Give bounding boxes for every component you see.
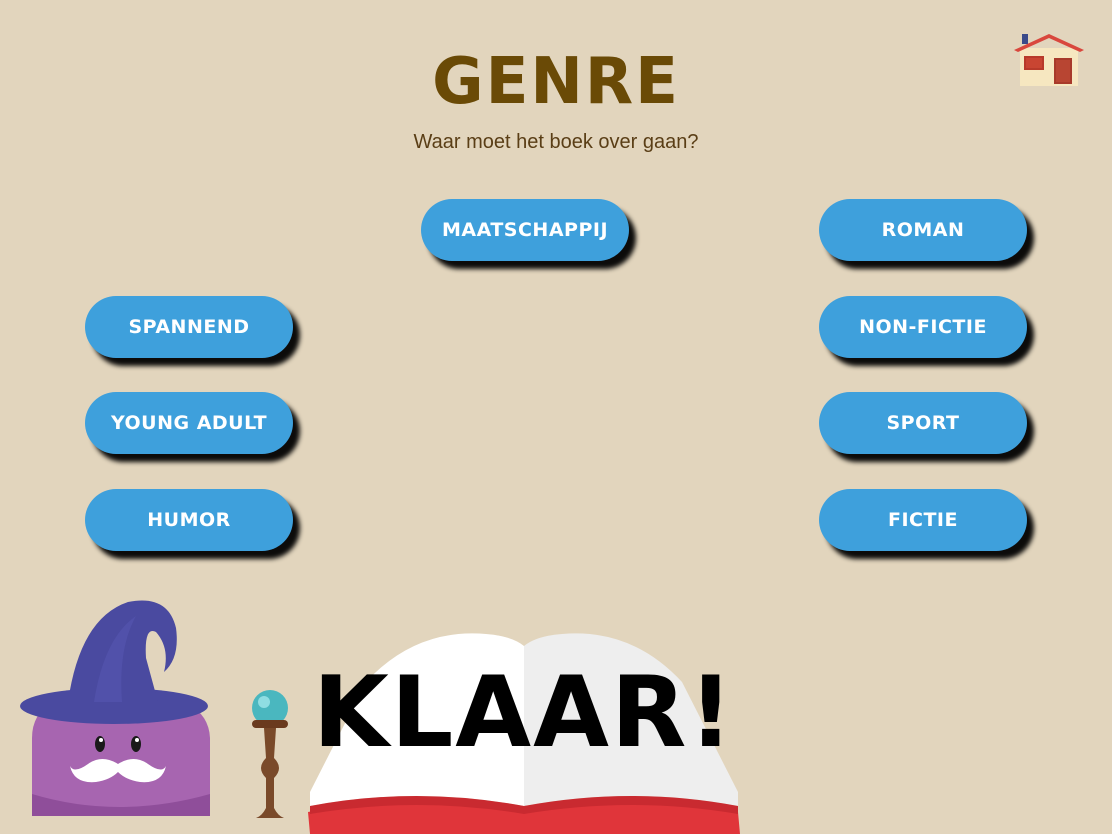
genre-button-fictie[interactable]: FICTIE xyxy=(819,489,1027,551)
wizard-mascot xyxy=(18,598,218,820)
genre-button-young-adult[interactable]: YOUNG ADULT xyxy=(85,392,293,454)
klaar-button[interactable]: KLAAR! xyxy=(306,622,742,834)
magic-staff xyxy=(244,688,296,822)
genre-button-spannend[interactable]: SPANNEND xyxy=(85,296,293,358)
genre-button-non-fictie[interactable]: NON-FICTIE xyxy=(819,296,1027,358)
genre-button-maatschappij[interactable]: MAATSCHAPPIJ xyxy=(421,199,629,261)
page-title: GENRE xyxy=(432,45,680,119)
home-icon[interactable] xyxy=(1012,30,1086,90)
genre-button-roman[interactable]: ROMAN xyxy=(819,199,1027,261)
genre-button-sport[interactable]: SPORT xyxy=(819,392,1027,454)
klaar-label: KLAAR! xyxy=(312,656,736,770)
genre-button-humor[interactable]: HUMOR xyxy=(85,489,293,551)
page-subtitle: Waar moet het boek over gaan? xyxy=(413,131,699,153)
